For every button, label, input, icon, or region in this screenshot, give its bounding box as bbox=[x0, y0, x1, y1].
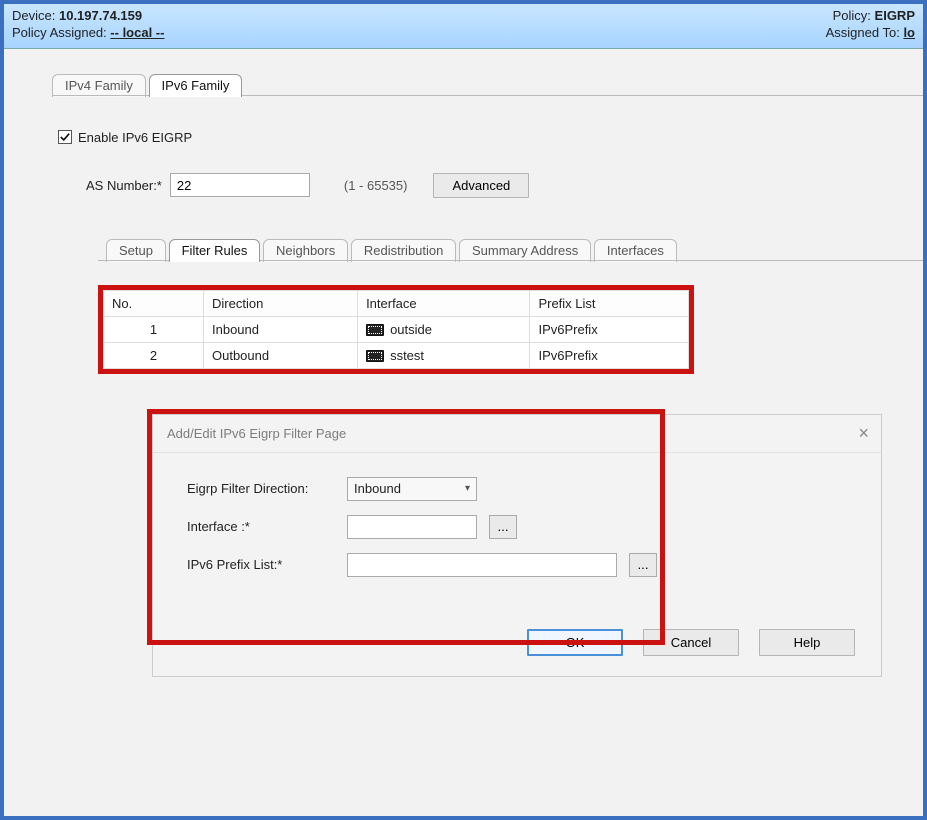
ok-button[interactable]: OK bbox=[527, 629, 623, 656]
interface-icon bbox=[366, 324, 384, 336]
interface-label: Interface :* bbox=[187, 519, 347, 534]
table-header-row: No. Direction Interface Prefix List bbox=[104, 290, 689, 316]
tab-setup[interactable]: Setup bbox=[106, 239, 166, 262]
table-row[interactable]: 1 Inbound outside IPv6Prefix bbox=[104, 316, 689, 342]
tab-interfaces[interactable]: Interfaces bbox=[594, 239, 677, 262]
prefix-list-browse-button[interactable]: ... bbox=[629, 553, 657, 577]
as-number-range: (1 - 65535) bbox=[344, 178, 408, 193]
dialog-title: Add/Edit IPv6 Eigrp Filter Page bbox=[167, 426, 346, 441]
cancel-button[interactable]: Cancel bbox=[643, 629, 739, 656]
inner-tabs: Setup Filter Rules Neighbors Redistribut… bbox=[98, 238, 927, 261]
prefix-list-label: IPv6 Prefix List:* bbox=[187, 557, 347, 572]
cell-interface: sstest bbox=[358, 342, 530, 368]
col-interface[interactable]: Interface bbox=[358, 290, 530, 316]
family-tabs: IPv4 Family IPv6 Family bbox=[52, 73, 911, 96]
cell-no: 2 bbox=[104, 342, 204, 368]
col-direction[interactable]: Direction bbox=[204, 290, 358, 316]
col-no[interactable]: No. bbox=[104, 290, 204, 316]
as-number-input[interactable] bbox=[170, 173, 310, 197]
tab-redistribution[interactable]: Redistribution bbox=[351, 239, 457, 262]
policy-assigned-value[interactable]: -- local -- bbox=[110, 25, 164, 40]
cell-prefix: IPv6Prefix bbox=[530, 316, 689, 342]
header-bar: Device: 10.197.74.159 Policy Assigned: -… bbox=[4, 4, 923, 49]
tab-ipv6-family[interactable]: IPv6 Family bbox=[149, 74, 243, 97]
cell-direction: Outbound bbox=[204, 342, 358, 368]
cell-direction: Inbound bbox=[204, 316, 358, 342]
interface-icon bbox=[366, 350, 384, 362]
cell-prefix: IPv6Prefix bbox=[530, 342, 689, 368]
advanced-button[interactable]: Advanced bbox=[433, 173, 529, 198]
as-number-label: AS Number:* bbox=[86, 178, 162, 193]
cell-interface: outside bbox=[358, 316, 530, 342]
policy-assigned-label: Policy Assigned: bbox=[12, 25, 107, 42]
filter-rules-table: No. Direction Interface Prefix List 1 In… bbox=[103, 290, 689, 369]
cell-no: 1 bbox=[104, 316, 204, 342]
assigned-to-label: Assigned To: bbox=[826, 25, 900, 42]
policy-value: EIGRP bbox=[875, 8, 915, 23]
device-label: Device: bbox=[12, 8, 55, 25]
help-button[interactable]: Help bbox=[759, 629, 855, 656]
chevron-down-icon: ▾ bbox=[465, 483, 470, 494]
close-icon[interactable]: × bbox=[858, 423, 869, 444]
interface-browse-button[interactable]: ... bbox=[489, 515, 517, 539]
filter-direction-select[interactable]: Inbound ▾ bbox=[347, 477, 477, 501]
tab-summary-address[interactable]: Summary Address bbox=[459, 239, 591, 262]
prefix-list-input[interactable] bbox=[347, 553, 617, 577]
filter-direction-label: Eigrp Filter Direction: bbox=[187, 481, 347, 496]
device-value: 10.197.74.159 bbox=[59, 8, 142, 23]
table-row[interactable]: 2 Outbound sstest IPv6Prefix bbox=[104, 342, 689, 368]
tab-neighbors[interactable]: Neighbors bbox=[263, 239, 348, 262]
assigned-to-value[interactable]: lo bbox=[903, 25, 915, 40]
add-edit-filter-dialog: Add/Edit IPv6 Eigrp Filter Page × Eigrp … bbox=[152, 414, 882, 677]
col-prefix-list[interactable]: Prefix List bbox=[530, 290, 689, 316]
enable-ipv6-eigrp-label: Enable IPv6 EIGRP bbox=[78, 130, 192, 145]
policy-label: Policy: bbox=[833, 8, 871, 25]
tab-filter-rules[interactable]: Filter Rules bbox=[169, 239, 261, 262]
interface-input[interactable] bbox=[347, 515, 477, 539]
enable-ipv6-eigrp-checkbox[interactable] bbox=[58, 130, 72, 144]
tab-ipv4-family[interactable]: IPv4 Family bbox=[52, 74, 146, 97]
filter-direction-value: Inbound bbox=[354, 481, 401, 496]
